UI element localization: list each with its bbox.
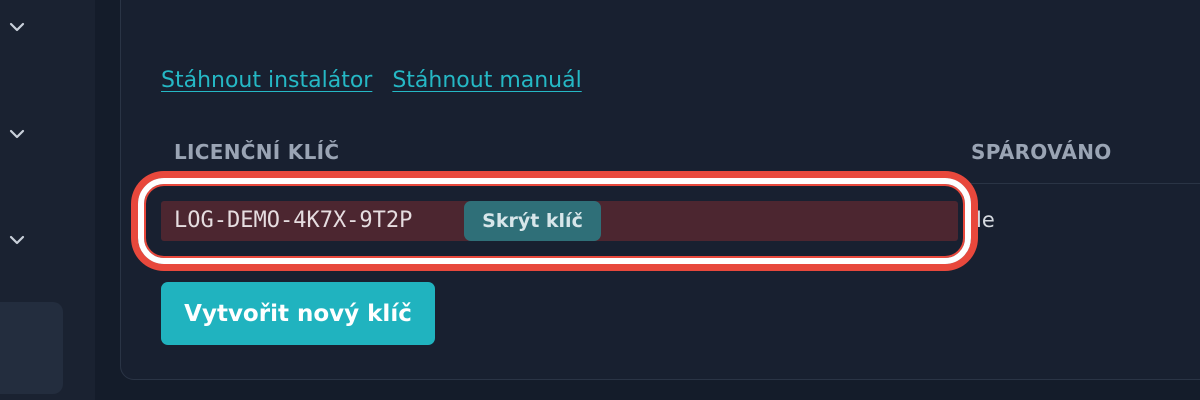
license-key-header: LICENČNÍ KLÍČ bbox=[174, 140, 340, 164]
chevron-down-icon[interactable] bbox=[8, 18, 26, 36]
chevron-down-icon[interactable] bbox=[8, 231, 26, 249]
download-manual-link[interactable]: Stáhnout manuál bbox=[392, 68, 581, 93]
sidebar-active-item[interactable] bbox=[0, 302, 63, 394]
paired-header: SPÁROVÁNO bbox=[971, 140, 1112, 164]
paired-value: le bbox=[976, 208, 995, 232]
license-key-value: LOG-DEMO-4K7X-9T2P bbox=[174, 208, 413, 233]
create-new-key-button[interactable]: Vytvořit nový klíč bbox=[161, 282, 435, 345]
hide-key-button[interactable]: Skrýt klíč bbox=[464, 201, 601, 241]
header-divider bbox=[961, 183, 1200, 184]
download-links: Stáhnout instalátor Stáhnout manuál bbox=[161, 64, 582, 96]
sidebar bbox=[0, 0, 95, 400]
download-installer-link[interactable]: Stáhnout instalátor bbox=[161, 68, 372, 93]
chevron-down-icon[interactable] bbox=[8, 125, 26, 143]
